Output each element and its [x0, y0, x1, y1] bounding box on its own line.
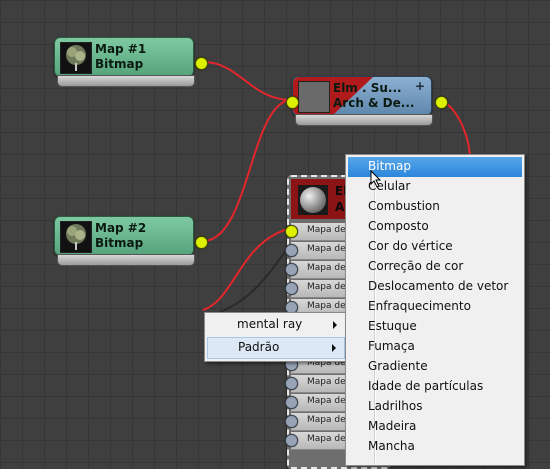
tree-thumbnail-icon: [60, 42, 92, 74]
map1-title: Map #1: [95, 42, 147, 56]
sphere-preview-icon: [298, 185, 328, 215]
map-type-item[interactable]: Enfraquecimento: [348, 297, 522, 317]
map-type-item[interactable]: Ladrilhos: [348, 397, 522, 417]
map-type-label: Madeira: [368, 419, 417, 433]
map-type-label: Ladrilhos: [368, 399, 423, 413]
tree-thumbnail-icon: [60, 221, 92, 253]
map1-footer[interactable]: [57, 75, 195, 87]
wire-composite-out: [440, 99, 471, 161]
map-type-label: Deslocamento de vetor: [368, 279, 509, 293]
slot-input-socket[interactable]: [285, 282, 298, 295]
map-type-label: Correção de cor: [368, 259, 464, 273]
expand-plus-icon[interactable]: +: [415, 79, 425, 93]
map-type-item[interactable]: Idade de partículas: [348, 377, 522, 397]
map-type-label: Estuque: [368, 319, 417, 333]
map1-type: Bitmap: [95, 57, 144, 71]
map2-title: Map #2: [95, 221, 147, 235]
map-type-item[interactable]: Cor do vértice: [348, 237, 522, 257]
slot-label: Mapa de: [307, 415, 346, 425]
map-type-submenu: Bitmap Celular Combustion Composto Cor do vé…: [345, 154, 525, 466]
map2-footer[interactable]: [57, 254, 195, 266]
composite-footer[interactable]: [295, 114, 433, 126]
slot-input-socket[interactable]: [285, 415, 298, 428]
map-type-item[interactable]: Mancha: [348, 437, 522, 457]
slot-label: Mapa de: [307, 301, 346, 311]
map-type-item[interactable]: Combustion: [348, 197, 522, 217]
map-type-item[interactable]: Correção de cor: [348, 257, 522, 277]
map-type-item[interactable]: Fumaça: [348, 337, 522, 357]
map1-node[interactable]: Map #1 Bitmap: [54, 37, 208, 87]
map-type-label: Composto: [368, 219, 429, 233]
menu-item-label: mental ray: [237, 317, 303, 331]
map2-node[interactable]: Map #2 Bitmap: [54, 216, 208, 266]
map-type-label: Gradiente: [368, 359, 428, 373]
map-type-item[interactable]: Estuque: [348, 317, 522, 337]
composite-line2: Arch & De...: [333, 96, 415, 110]
slot-label: Mapa de: [307, 396, 346, 406]
map-type-label: Enfraquecimento: [368, 299, 471, 313]
composite-output-socket[interactable]: [435, 96, 448, 109]
map-type-item[interactable]: Madeira: [348, 417, 522, 437]
material-thumbnail-icon: [298, 81, 330, 113]
map2-type: Bitmap: [95, 236, 144, 250]
wire-dragging: [202, 227, 293, 311]
map-type-label: Mancha: [368, 439, 415, 453]
map2-output-socket[interactable]: [195, 236, 208, 249]
slot-label: Mapa de: [307, 377, 346, 387]
slot-input-socket[interactable]: [285, 263, 298, 276]
wire-map2-to-composite: [202, 99, 293, 242]
context-menu: mental ray Padrão: [204, 312, 348, 362]
wire-map1-to-composite: [202, 61, 293, 101]
slot-input-socket[interactable]: [285, 244, 298, 257]
menu-item-padrao[interactable]: Padrão: [207, 337, 345, 359]
map-type-label: Fumaça: [368, 339, 415, 353]
submenu-arrow-icon: [332, 344, 336, 352]
menu-item-mental-ray[interactable]: mental ray: [207, 315, 345, 335]
slot-label: Mapa de: [307, 225, 346, 235]
composite-node[interactable]: Elm . Su... Arch & De... +: [286, 76, 448, 126]
slot-label: Mapa de: [307, 244, 346, 254]
slot-label: Mapa de: [307, 434, 346, 444]
composite-input-socket[interactable]: [286, 96, 299, 109]
slot-label: Mapa de: [307, 282, 346, 292]
map-type-label: Idade de partículas: [368, 379, 484, 393]
map1-output-socket[interactable]: [195, 57, 208, 70]
slot-input-socket[interactable]: [285, 396, 298, 409]
mouse-cursor-icon: [370, 170, 382, 188]
slot-label: Mapa de: [307, 263, 346, 273]
map-type-item[interactable]: Composto: [348, 217, 522, 237]
wire-dragging-shadow: [219, 241, 293, 313]
slot-input-socket[interactable]: [285, 377, 298, 390]
map-type-label: Cor do vértice: [368, 239, 453, 253]
submenu-arrow-icon: [333, 321, 337, 329]
composite-line1: Elm . Su...: [333, 81, 402, 95]
slot-input-socket[interactable]: [285, 434, 298, 447]
map-type-item[interactable]: Gradiente: [348, 357, 522, 377]
slot-input-socket[interactable]: [285, 225, 298, 238]
menu-item-label: Padrão: [238, 340, 280, 354]
map-type-item[interactable]: Deslocamento de vetor: [348, 277, 522, 297]
node-editor-canvas[interactable]: Map #1 Bitmap Map #2 Bitmap Elm . Su... …: [0, 0, 550, 469]
map-type-label: Combustion: [368, 199, 440, 213]
